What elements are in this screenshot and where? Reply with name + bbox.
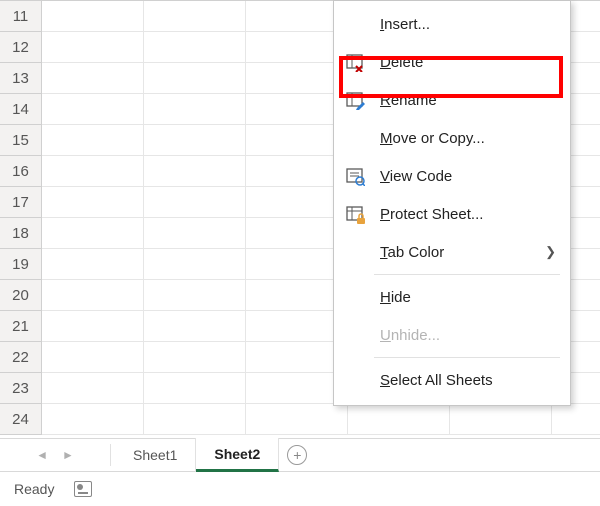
menu-item-delete[interactable]: Delete: [334, 43, 570, 81]
cell[interactable]: [450, 404, 552, 435]
menu-item-label: Unhide...: [380, 327, 556, 344]
row-header[interactable]: 16: [0, 156, 42, 187]
row-header[interactable]: 13: [0, 63, 42, 94]
menu-item-rename[interactable]: Rename: [334, 81, 570, 119]
row-header[interactable]: 23: [0, 373, 42, 404]
row-header[interactable]: 20: [0, 280, 42, 311]
viewcode-icon: [342, 166, 368, 186]
cell[interactable]: [42, 187, 144, 218]
protect-icon: [342, 204, 368, 224]
menu-item-unhide: Unhide...: [334, 316, 570, 354]
sheet-tab-strip: ◄ ► Sheet1Sheet2 +: [0, 438, 600, 472]
menu-item-hide[interactable]: Hide: [334, 278, 570, 316]
menu-item-label: Move or Copy...: [380, 130, 556, 147]
menu-item-label: View Code: [380, 168, 556, 185]
cell[interactable]: [552, 404, 600, 435]
cell[interactable]: [42, 280, 144, 311]
menu-item-move[interactable]: Move or Copy...: [334, 119, 570, 157]
menu-item-label: Hide: [380, 289, 556, 306]
cell[interactable]: [144, 280, 246, 311]
cell[interactable]: [42, 32, 144, 63]
cell[interactable]: [42, 218, 144, 249]
menu-item-label: Protect Sheet...: [380, 206, 556, 223]
rename-icon: [342, 90, 368, 110]
cell[interactable]: [144, 63, 246, 94]
cell[interactable]: [144, 1, 246, 32]
cell[interactable]: [42, 311, 144, 342]
cell[interactable]: [144, 125, 246, 156]
cell[interactable]: [42, 373, 144, 404]
cell[interactable]: [42, 156, 144, 187]
row-header[interactable]: 24: [0, 404, 42, 435]
cell[interactable]: [42, 404, 144, 435]
cell[interactable]: [42, 125, 144, 156]
row-header[interactable]: 22: [0, 342, 42, 373]
cell[interactable]: [144, 94, 246, 125]
row-header[interactable]: 11: [0, 1, 42, 32]
cell[interactable]: [42, 342, 144, 373]
menu-separator: [374, 274, 560, 275]
row-header[interactable]: 15: [0, 125, 42, 156]
plus-icon: +: [287, 445, 307, 465]
cell[interactable]: [42, 94, 144, 125]
divider: [110, 444, 111, 466]
menu-item-label: Delete: [380, 54, 556, 71]
tab-scroll-right-icon[interactable]: ►: [62, 448, 74, 462]
delete-icon: [342, 52, 368, 72]
grid-row: 24: [0, 404, 600, 435]
menu-item-code[interactable]: View Code: [334, 157, 570, 195]
menu-item-protect[interactable]: Protect Sheet...: [334, 195, 570, 233]
cell[interactable]: [144, 32, 246, 63]
cell[interactable]: [144, 218, 246, 249]
chevron-right-icon: ❯: [545, 244, 556, 260]
menu-item-label: Insert...: [380, 16, 556, 33]
menu-item-label: Select All Sheets: [380, 372, 556, 389]
row-header[interactable]: 19: [0, 249, 42, 280]
row-header[interactable]: 17: [0, 187, 42, 218]
menu-item-insert[interactable]: Insert...: [334, 5, 570, 43]
cell[interactable]: [144, 156, 246, 187]
cell[interactable]: [42, 1, 144, 32]
cell[interactable]: [348, 404, 450, 435]
cell[interactable]: [144, 373, 246, 404]
row-header[interactable]: 18: [0, 218, 42, 249]
row-header[interactable]: 12: [0, 32, 42, 63]
cell[interactable]: [144, 249, 246, 280]
cell[interactable]: [246, 404, 348, 435]
tab-scroll-controls: ◄ ►: [0, 448, 110, 462]
row-header[interactable]: 21: [0, 311, 42, 342]
sheet-context-menu: Insert... Delete Rename Move or Copy... View…: [333, 0, 571, 406]
cell[interactable]: [144, 342, 246, 373]
new-sheet-button[interactable]: +: [279, 445, 315, 465]
menu-item-label: Tab Color: [380, 244, 533, 261]
status-text: Ready: [14, 481, 54, 497]
macro-record-icon[interactable]: [74, 481, 92, 497]
cell[interactable]: [144, 404, 246, 435]
menu-item-selectall[interactable]: Select All Sheets: [334, 361, 570, 399]
row-header[interactable]: 14: [0, 94, 42, 125]
sheet-tab-sheet2[interactable]: Sheet2: [196, 438, 279, 472]
cell[interactable]: [42, 249, 144, 280]
tab-scroll-left-icon[interactable]: ◄: [36, 448, 48, 462]
menu-item-color[interactable]: Tab Color ❯: [334, 233, 570, 271]
sheet-tab-sheet1[interactable]: Sheet1: [115, 438, 196, 472]
menu-separator: [374, 357, 560, 358]
cell[interactable]: [144, 311, 246, 342]
cell[interactable]: [144, 187, 246, 218]
cell[interactable]: [42, 63, 144, 94]
menu-item-label: Rename: [380, 92, 556, 109]
status-bar: Ready: [0, 472, 600, 506]
